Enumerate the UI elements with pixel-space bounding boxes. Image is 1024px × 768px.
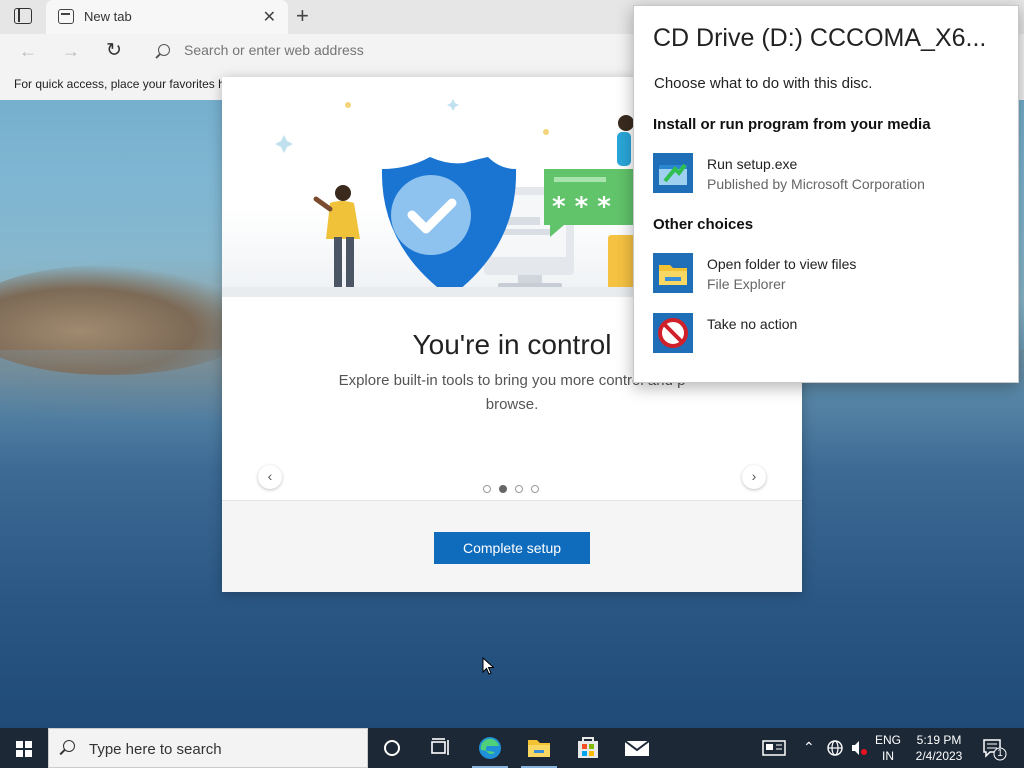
windows-start-icon[interactable] xyxy=(0,728,48,768)
carousel-dot-active[interactable] xyxy=(499,485,507,493)
new-tab-favicon-icon xyxy=(58,9,74,24)
welcome-footer: Complete setup xyxy=(222,500,802,592)
task-view-icon[interactable] xyxy=(416,728,464,768)
carousel-dot[interactable] xyxy=(515,485,523,493)
option-subtitle: File Explorer xyxy=(707,276,786,292)
autoplay-title: CD Drive (D:) CCCOMA_X6... xyxy=(653,24,987,52)
forward-arrow-icon[interactable]: → xyxy=(62,41,80,62)
language-line1: ENG xyxy=(874,733,901,747)
microsoft-store-icon[interactable] xyxy=(564,728,612,768)
carousel-next-chevron-icon[interactable]: › xyxy=(742,465,766,489)
news-widget-icon[interactable] xyxy=(752,728,796,768)
section-install-heading: Install or run program from your media xyxy=(653,116,931,133)
notification-count: 1 xyxy=(997,748,1003,759)
folder-icon xyxy=(653,253,693,293)
carousel-dot[interactable] xyxy=(531,485,539,493)
setup-exe-icon xyxy=(653,153,693,193)
section-other-heading: Other choices xyxy=(653,216,754,233)
option-open-folder[interactable]: Open folder to view files File Explorer xyxy=(653,253,1003,299)
back-arrow-icon[interactable]: ← xyxy=(19,41,37,62)
option-title: Run setup.exe xyxy=(707,156,798,172)
clock[interactable]: 5:19 PM 2/4/2023 xyxy=(910,732,968,764)
taskbar: Type here to search ⌃ ENG IN 5:19 PM 2/4… xyxy=(0,728,1024,768)
address-bar[interactable] xyxy=(146,36,646,66)
tab-title: New tab xyxy=(84,9,132,24)
complete-setup-button[interactable]: Complete setup xyxy=(434,532,590,564)
carousel-dots xyxy=(483,480,547,498)
autoplay-dialog: CD Drive (D:) CCCOMA_X6... Choose what t… xyxy=(633,5,1019,383)
tab-actions-icon[interactable] xyxy=(14,8,32,24)
mail-icon[interactable] xyxy=(613,728,661,768)
network-globe-icon[interactable] xyxy=(822,728,848,768)
clock-time: 5:19 PM xyxy=(916,733,962,747)
option-title: Take no action xyxy=(707,316,798,332)
clock-date: 2/4/2023 xyxy=(915,749,963,763)
address-input[interactable] xyxy=(184,42,624,58)
mouse-cursor-icon xyxy=(482,657,494,675)
favorites-hint: For quick access, place your favorites h xyxy=(14,77,225,91)
cortana-icon[interactable] xyxy=(368,728,416,768)
taskbar-search-placeholder: Type here to search xyxy=(89,741,222,758)
welcome-description-line2: browse. xyxy=(485,396,539,413)
taskbar-search-box[interactable]: Type here to search xyxy=(48,728,368,768)
svg-text:* * *: * * * xyxy=(552,192,611,222)
no-action-icon xyxy=(653,313,693,353)
new-tab-plus-icon[interactable]: + xyxy=(296,3,309,29)
show-hidden-icons-chevron-icon[interactable]: ⌃ xyxy=(803,739,815,755)
option-subtitle: Published by Microsoft Corporation xyxy=(707,176,925,192)
search-icon xyxy=(63,740,75,752)
option-run-setup[interactable]: Run setup.exe Published by Microsoft Cor… xyxy=(653,153,1003,199)
language-line2: IN xyxy=(882,749,894,763)
close-tab-icon[interactable]: ✕ xyxy=(263,7,276,27)
language-indicator[interactable]: ENG IN xyxy=(872,732,904,764)
edge-browser-icon[interactable] xyxy=(466,728,514,768)
carousel-prev-chevron-icon[interactable]: ‹ xyxy=(258,465,282,489)
tab-new-tab[interactable]: New tab ✕ xyxy=(46,0,288,34)
volume-muted-icon[interactable] xyxy=(847,728,871,768)
option-take-no-action[interactable]: Take no action xyxy=(653,313,1003,359)
option-title: Open folder to view files xyxy=(707,256,857,272)
carousel-dot[interactable] xyxy=(483,485,491,493)
autoplay-subtitle: Choose what to do with this disc. xyxy=(654,75,873,92)
search-icon xyxy=(158,44,170,56)
file-explorer-icon[interactable] xyxy=(515,728,563,768)
notification-center-icon[interactable]: 1 xyxy=(978,728,1008,768)
refresh-icon[interactable]: ↻ xyxy=(106,39,122,62)
